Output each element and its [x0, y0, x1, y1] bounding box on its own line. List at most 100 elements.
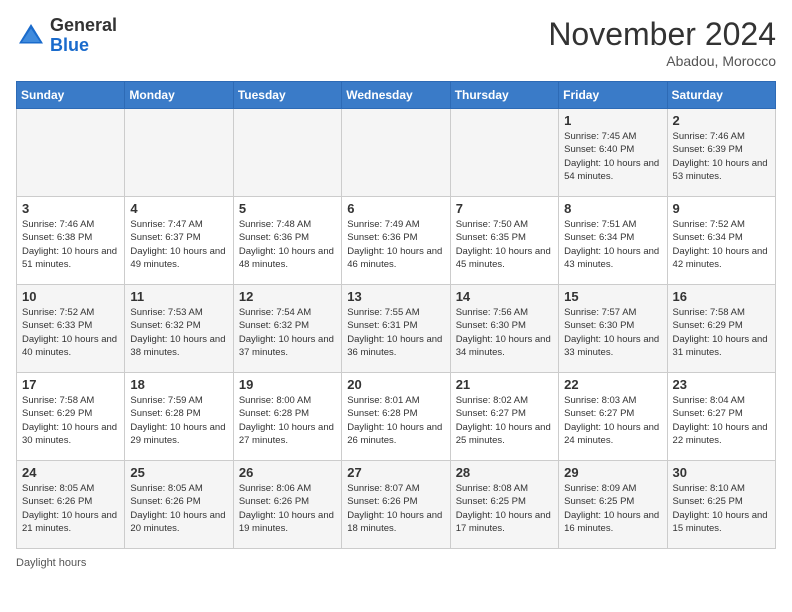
day-number: 8 [564, 201, 661, 216]
day-number: 25 [130, 465, 227, 480]
day-info: Sunrise: 8:09 AM Sunset: 6:25 PM Dayligh… [564, 482, 661, 535]
calendar-cell: 3Sunrise: 7:46 AM Sunset: 6:38 PM Daylig… [17, 197, 125, 285]
day-number: 4 [130, 201, 227, 216]
day-number: 23 [673, 377, 770, 392]
weekday-header: Thursday [450, 82, 558, 109]
calendar-table: SundayMondayTuesdayWednesdayThursdayFrid… [16, 81, 776, 549]
day-number: 20 [347, 377, 444, 392]
calendar-cell: 25 Sunrise: 8:05 AM Sunset: 6:26 PM Dayli… [125, 461, 233, 549]
day-info: Sunrise: 7:51 AM Sunset: 6:34 PM Dayligh… [564, 218, 661, 271]
weekday-header: Friday [559, 82, 667, 109]
calendar-cell: 17 Sunrise: 7:58 AM Sunset: 6:29 PM Dayli… [17, 373, 125, 461]
calendar-cell: 9 Sunrise: 7:52 AM Sunset: 6:34 PM Daylig… [667, 197, 775, 285]
calendar-cell: 23 Sunrise: 8:04 AM Sunset: 6:27 PM Dayli… [667, 373, 775, 461]
day-number: 9 [673, 201, 770, 216]
calendar-cell: 26Sunrise: 8:06 AM Sunset: 6:26 PM Dayli… [233, 461, 341, 549]
calendar-cell: 22 Sunrise: 8:03 AM Sunset: 6:27 PM Dayli… [559, 373, 667, 461]
day-info: Sunrise: 8:02 AM Sunset: 6:27 PM Dayligh… [456, 394, 553, 447]
day-info: Sunrise: 7:53 AM Sunset: 6:32 PM Dayligh… [130, 306, 227, 359]
day-number: 5 [239, 201, 336, 216]
logo: General Blue [16, 16, 117, 56]
logo-icon [16, 21, 46, 51]
day-number: 27 [347, 465, 444, 480]
day-info: Sunrise: 8:04 AM Sunset: 6:27 PM Dayligh… [673, 394, 770, 447]
calendar-cell: 10 Sunrise: 7:52 AM Sunset: 6:33 PM Dayli… [17, 285, 125, 373]
day-info: Sunrise: 8:08 AM Sunset: 6:25 PM Dayligh… [456, 482, 553, 535]
calendar-cell: 21Sunrise: 8:02 AM Sunset: 6:27 PM Dayli… [450, 373, 558, 461]
calendar-cell: 13Sunrise: 7:55 AM Sunset: 6:31 PM Dayli… [342, 285, 450, 373]
calendar-cell: 11 Sunrise: 7:53 AM Sunset: 6:32 PM Dayli… [125, 285, 233, 373]
day-info: Sunrise: 7:46 AM Sunset: 6:38 PM Dayligh… [22, 218, 119, 271]
day-info: Sunrise: 7:50 AM Sunset: 6:35 PM Dayligh… [456, 218, 553, 271]
day-number: 12 [239, 289, 336, 304]
calendar-cell: 5 Sunrise: 7:48 AM Sunset: 6:36 PM Daylig… [233, 197, 341, 285]
calendar-week-row: 17 Sunrise: 7:58 AM Sunset: 6:29 PM Dayli… [17, 373, 776, 461]
day-info: Sunrise: 8:01 AM Sunset: 6:28 PM Dayligh… [347, 394, 444, 447]
day-number: 11 [130, 289, 227, 304]
weekday-header-row: SundayMondayTuesdayWednesdayThursdayFrid… [17, 82, 776, 109]
calendar-cell [233, 109, 341, 197]
day-number: 16 [673, 289, 770, 304]
day-number: 18 [130, 377, 227, 392]
day-number: 24 [22, 465, 119, 480]
day-info: Sunrise: 7:48 AM Sunset: 6:36 PM Dayligh… [239, 218, 336, 271]
weekday-header: Tuesday [233, 82, 341, 109]
calendar-week-row: 1Sunrise: 7:45 AM Sunset: 6:40 PM Daylig… [17, 109, 776, 197]
day-info: Sunrise: 8:03 AM Sunset: 6:27 PM Dayligh… [564, 394, 661, 447]
day-info: Sunrise: 7:58 AM Sunset: 6:29 PM Dayligh… [22, 394, 119, 447]
day-info: Sunrise: 7:56 AM Sunset: 6:30 PM Dayligh… [456, 306, 553, 359]
calendar-cell: 1Sunrise: 7:45 AM Sunset: 6:40 PM Daylig… [559, 109, 667, 197]
day-info: Sunrise: 8:07 AM Sunset: 6:26 PM Dayligh… [347, 482, 444, 535]
calendar-week-row: 3Sunrise: 7:46 AM Sunset: 6:38 PM Daylig… [17, 197, 776, 285]
calendar-cell: 27 Sunrise: 8:07 AM Sunset: 6:26 PM Dayli… [342, 461, 450, 549]
month-title: November 2024 [548, 16, 776, 53]
day-number: 1 [564, 113, 661, 128]
calendar-cell: 2Sunrise: 7:46 AM Sunset: 6:39 PM Daylig… [667, 109, 775, 197]
weekday-header: Saturday [667, 82, 775, 109]
day-number: 10 [22, 289, 119, 304]
calendar-cell: 30 Sunrise: 8:10 AM Sunset: 6:25 PM Dayli… [667, 461, 775, 549]
calendar-week-row: 10 Sunrise: 7:52 AM Sunset: 6:33 PM Dayli… [17, 285, 776, 373]
calendar-cell [342, 109, 450, 197]
weekday-header: Wednesday [342, 82, 450, 109]
day-number: 2 [673, 113, 770, 128]
calendar-cell: 4Sunrise: 7:47 AM Sunset: 6:37 PM Daylig… [125, 197, 233, 285]
calendar-cell: 12Sunrise: 7:54 AM Sunset: 6:32 PM Dayli… [233, 285, 341, 373]
day-number: 13 [347, 289, 444, 304]
daylight-hours-label: Daylight hours [16, 557, 86, 569]
day-number: 7 [456, 201, 553, 216]
day-number: 29 [564, 465, 661, 480]
day-info: Sunrise: 8:05 AM Sunset: 6:26 PM Dayligh… [130, 482, 227, 535]
day-info: Sunrise: 7:52 AM Sunset: 6:34 PM Dayligh… [673, 218, 770, 271]
day-number: 17 [22, 377, 119, 392]
calendar-cell: 16 Sunrise: 7:58 AM Sunset: 6:29 PM Dayli… [667, 285, 775, 373]
calendar-cell: 15 Sunrise: 7:57 AM Sunset: 6:30 PM Dayli… [559, 285, 667, 373]
day-number: 28 [456, 465, 553, 480]
location: Abadou, Morocco [548, 53, 776, 69]
calendar-cell [17, 109, 125, 197]
day-number: 22 [564, 377, 661, 392]
day-number: 30 [673, 465, 770, 480]
calendar-cell: 28 Sunrise: 8:08 AM Sunset: 6:25 PM Dayli… [450, 461, 558, 549]
day-number: 15 [564, 289, 661, 304]
day-info: Sunrise: 7:58 AM Sunset: 6:29 PM Dayligh… [673, 306, 770, 359]
day-info: Sunrise: 7:49 AM Sunset: 6:36 PM Dayligh… [347, 218, 444, 271]
day-info: Sunrise: 8:10 AM Sunset: 6:25 PM Dayligh… [673, 482, 770, 535]
calendar-cell: 6Sunrise: 7:49 AM Sunset: 6:36 PM Daylig… [342, 197, 450, 285]
logo-text: General Blue [50, 16, 117, 56]
footer: Daylight hours [16, 557, 776, 569]
weekday-header: Sunday [17, 82, 125, 109]
day-info: Sunrise: 7:52 AM Sunset: 6:33 PM Dayligh… [22, 306, 119, 359]
day-info: Sunrise: 8:05 AM Sunset: 6:26 PM Dayligh… [22, 482, 119, 535]
calendar-cell: 8 Sunrise: 7:51 AM Sunset: 6:34 PM Daylig… [559, 197, 667, 285]
calendar-cell: 19Sunrise: 8:00 AM Sunset: 6:28 PM Dayli… [233, 373, 341, 461]
page-header: General Blue November 2024 Abadou, Moroc… [16, 16, 776, 69]
title-block: November 2024 Abadou, Morocco [548, 16, 776, 69]
calendar-cell: 29 Sunrise: 8:09 AM Sunset: 6:25 PM Dayli… [559, 461, 667, 549]
calendar-cell [125, 109, 233, 197]
day-number: 19 [239, 377, 336, 392]
calendar-cell: 14Sunrise: 7:56 AM Sunset: 6:30 PM Dayli… [450, 285, 558, 373]
calendar-cell: 18 Sunrise: 7:59 AM Sunset: 6:28 PM Dayli… [125, 373, 233, 461]
day-info: Sunrise: 7:59 AM Sunset: 6:28 PM Dayligh… [130, 394, 227, 447]
day-info: Sunrise: 7:57 AM Sunset: 6:30 PM Dayligh… [564, 306, 661, 359]
